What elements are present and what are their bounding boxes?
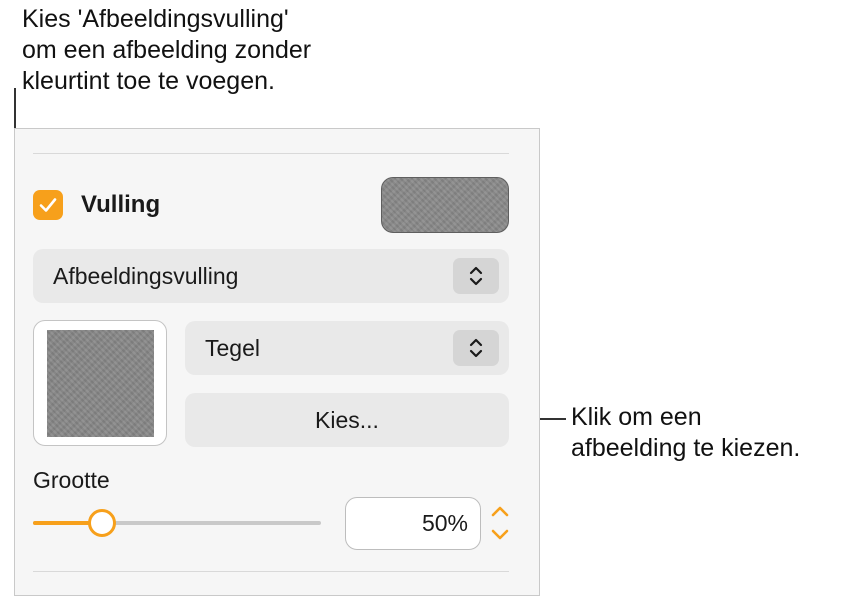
callout-line: Kies 'Afbeeldingsvulling' (22, 5, 289, 33)
callout-line: Klik om een (571, 403, 702, 431)
chevron-up-icon[interactable] (489, 501, 511, 521)
fill-inspector-panel: Vulling Afbeeldingsvulling Tegel Kies...… (14, 128, 540, 596)
callout-choose-image: Klik om een afbeelding te kiezen. (571, 402, 800, 464)
size-stepper[interactable] (489, 501, 511, 547)
fill-type-popup[interactable]: Afbeeldingsvulling (33, 249, 509, 303)
chevron-up-down-icon (453, 330, 499, 366)
fill-checkbox[interactable] (33, 190, 63, 220)
fill-label: Vulling (81, 191, 161, 218)
callout-line: afbeelding te kiezen. (571, 434, 801, 462)
checkmark-icon (39, 198, 57, 212)
callout-line: om een afbeelding zonder (22, 36, 312, 64)
callout-line: kleurtint toe te voegen. (22, 67, 275, 95)
callout-fill-type: Kies 'Afbeeldingsvulling' om een afbeeld… (22, 4, 311, 97)
divider-top (33, 153, 509, 154)
image-preview (47, 330, 154, 437)
image-well[interactable] (33, 320, 167, 446)
size-slider-thumb[interactable] (88, 509, 117, 537)
size-slider[interactable] (33, 509, 321, 537)
fill-color-swatch[interactable] (381, 177, 509, 233)
scale-mode-popup[interactable]: Tegel (185, 321, 509, 375)
choose-image-button[interactable]: Kies... (185, 393, 509, 447)
chevron-down-icon[interactable] (489, 525, 511, 545)
size-label: Grootte (33, 467, 110, 493)
scale-mode-value: Tegel (205, 335, 260, 361)
fill-type-value: Afbeeldingsvulling (53, 263, 239, 289)
divider-bottom (33, 571, 509, 572)
size-input[interactable]: 50% (345, 497, 481, 550)
chevron-up-down-icon (453, 258, 499, 294)
